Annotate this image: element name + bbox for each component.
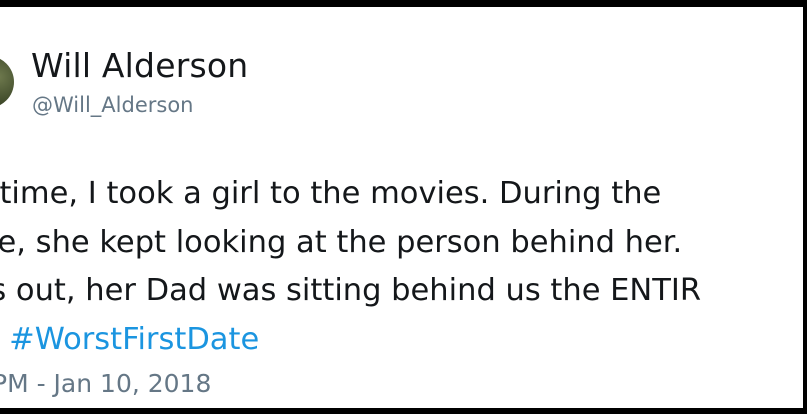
tweet-card: Will Alderson @Will_Alderson e time, I t… xyxy=(0,7,803,408)
tweet-timestamp[interactable]: PM - Jan 10, 2018 xyxy=(0,369,211,398)
author-handle[interactable]: @Will_Alderson xyxy=(32,93,194,117)
tweet-text-line: ns out, her Dad was sitting behind us th… xyxy=(0,273,702,308)
tweet-text-line: e. #WorstFirstDate xyxy=(0,316,803,365)
tweet-text-line: e time, I took a girl to the movies. Dur… xyxy=(0,176,662,211)
user-avatar[interactable] xyxy=(0,56,14,108)
tweet-text: e time, I took a girl to the movies. Dur… xyxy=(0,170,803,364)
tweet-text-fragment: e. xyxy=(0,322,9,357)
author-display-name[interactable]: Will Alderson xyxy=(31,46,248,85)
hashtag-link[interactable]: #WorstFirstDate xyxy=(9,322,259,357)
screenshot-frame: Will Alderson @Will_Alderson e time, I t… xyxy=(0,0,807,414)
tweet-text-line: vie, she kept looking at the person behi… xyxy=(0,224,683,260)
